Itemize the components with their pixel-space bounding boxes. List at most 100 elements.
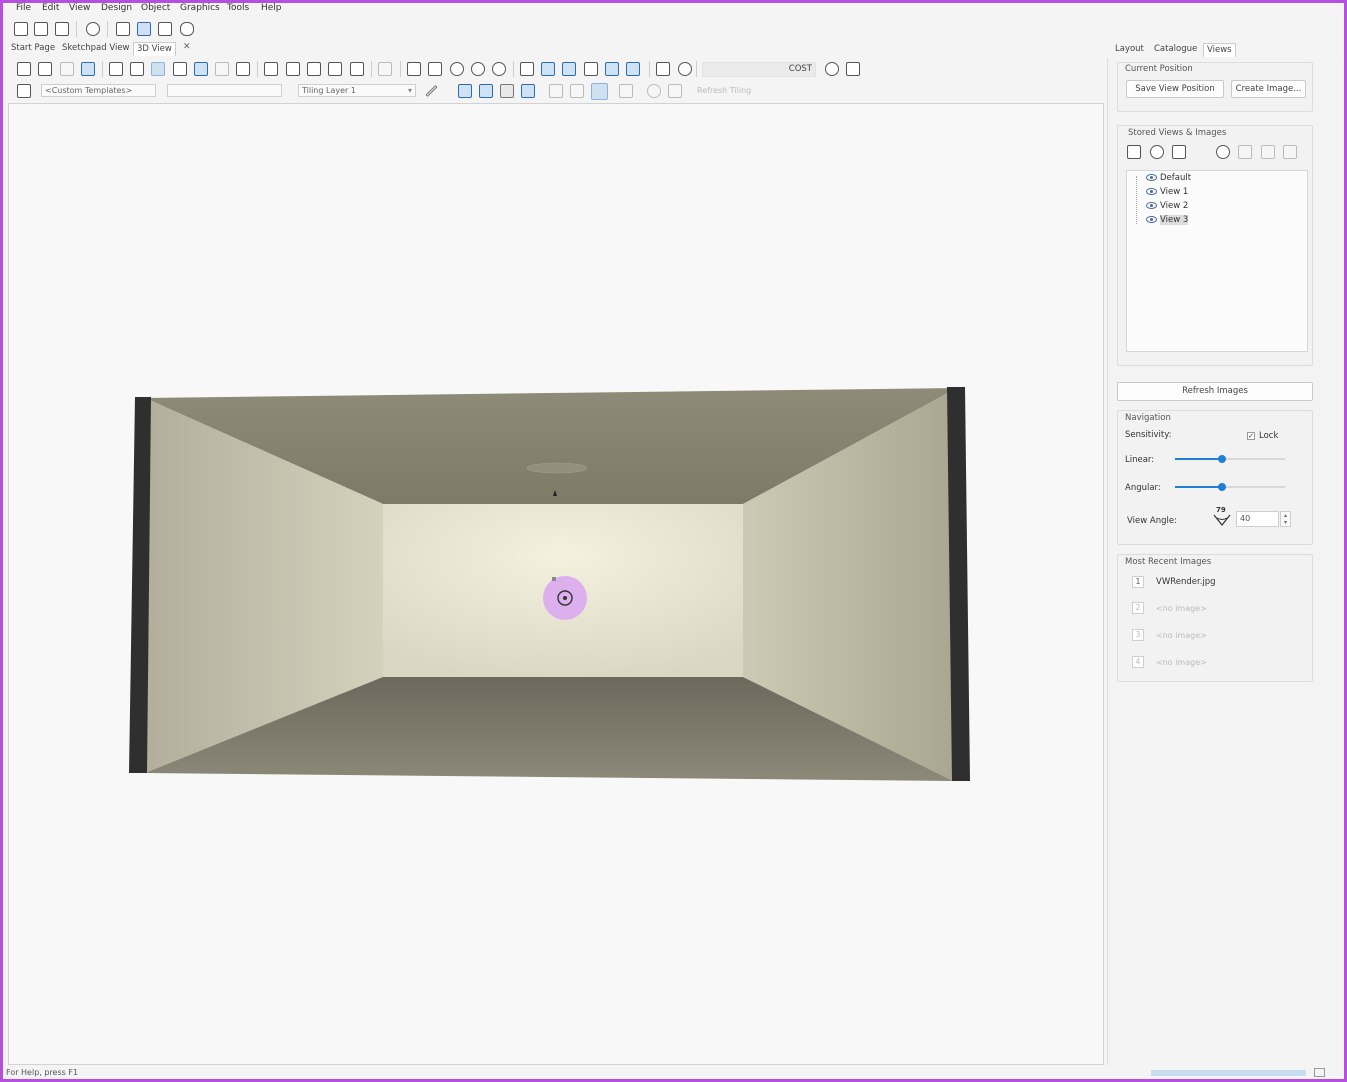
view-top-icon[interactable]: [605, 62, 619, 76]
menu-bar: File Edit View Design Object Graphics To…: [3, 3, 1341, 15]
current-position-label: Current Position: [1125, 64, 1193, 74]
menu-object[interactable]: Object: [141, 3, 170, 13]
cloud-icon[interactable]: [328, 62, 342, 76]
corner-icon[interactable]: [350, 62, 364, 76]
zoom-icon[interactable]: [450, 62, 464, 76]
view-front-icon[interactable]: [520, 62, 534, 76]
blank-select[interactable]: [167, 84, 282, 97]
eye-icon: [1146, 188, 1157, 195]
menu-file[interactable]: File: [16, 3, 31, 13]
help-icon[interactable]: [86, 22, 100, 36]
select-area-icon[interactable]: [194, 62, 208, 76]
recent-image-4: <no image>: [1156, 658, 1207, 667]
copy-style-icon[interactable]: [38, 62, 52, 76]
floor-icon[interactable]: [109, 62, 123, 76]
template-icon[interactable]: [17, 84, 31, 98]
stored-views-label: Stored Views & Images: [1128, 128, 1227, 138]
select-arrow-icon[interactable]: [173, 62, 187, 76]
render-icon[interactable]: [180, 22, 194, 36]
3d-viewport[interactable]: [8, 103, 1104, 1065]
tile-object-icon[interactable]: [500, 84, 514, 98]
recent-image-1[interactable]: VWRender.jpg: [1156, 577, 1216, 587]
tab-catalogue[interactable]: Catalogue: [1151, 43, 1200, 56]
stored-view-label: View 2: [1160, 201, 1189, 211]
fly-icon[interactable]: [428, 62, 442, 76]
new-file-icon[interactable]: [14, 22, 28, 36]
view-settings-icon[interactable]: [1216, 145, 1230, 159]
picture-icon[interactable]: [81, 62, 95, 76]
rename-view-icon[interactable]: [1172, 145, 1186, 159]
sensitivity-label: Sensitivity:: [1125, 430, 1172, 440]
tab-views[interactable]: Views: [1203, 43, 1236, 57]
tab-sketchpad-view[interactable]: Sketchpad View: [59, 42, 133, 55]
tiling-wand-icon[interactable]: [425, 84, 438, 98]
tile-report-disabled-icon: [668, 84, 682, 98]
menu-graphics[interactable]: Graphics: [180, 3, 220, 13]
person-icon[interactable]: [656, 62, 670, 76]
layers-icon[interactable]: [264, 62, 278, 76]
menu-edit[interactable]: Edit: [42, 3, 59, 13]
rotate-left-icon[interactable]: [471, 62, 485, 76]
paint-icon[interactable]: [17, 62, 31, 76]
frame-disabled-icon[interactable]: [378, 62, 392, 76]
edit-view-icon[interactable]: [1238, 145, 1252, 159]
snap-icon[interactable]: [60, 62, 74, 76]
recent-image-3: <no image>: [1156, 631, 1207, 640]
camera-icon[interactable]: [1127, 145, 1141, 159]
view-right-icon[interactable]: [584, 62, 598, 76]
camera-icon[interactable]: [307, 62, 321, 76]
menu-view[interactable]: View: [69, 3, 90, 13]
create-image-button[interactable]: Create Image...: [1231, 80, 1306, 98]
globe-icon[interactable]: [678, 62, 692, 76]
rotate-right-icon[interactable]: [492, 62, 506, 76]
footprint-icon[interactable]: [130, 62, 144, 76]
pan-hand-icon[interactable]: [236, 62, 250, 76]
recent-image-number: 2: [1132, 602, 1144, 614]
stored-view-label: Default: [1160, 173, 1192, 183]
templates-select[interactable]: <Custom Templates>: [41, 84, 156, 97]
refresh-images-button[interactable]: Refresh Images: [1117, 382, 1313, 401]
tile-grid-icon[interactable]: [591, 83, 608, 100]
tile-floor-icon[interactable]: [479, 84, 493, 98]
view-angle-spinner[interactable]: ▴ ▾: [1280, 511, 1291, 527]
view-iso-icon[interactable]: [626, 62, 640, 76]
3d-cube-icon[interactable]: [137, 22, 151, 36]
cost-report-icon[interactable]: [846, 62, 860, 76]
view-list-icon[interactable]: [1283, 145, 1297, 159]
refresh-icon[interactable]: [825, 62, 839, 76]
stored-view-2[interactable]: View 2: [1146, 200, 1188, 212]
angular-slider-fill: [1175, 486, 1223, 488]
stored-view-1[interactable]: View 1: [1146, 186, 1188, 198]
tab-3d-view-label: 3D View: [137, 44, 172, 54]
view-back-icon[interactable]: [541, 62, 555, 76]
stored-view-3[interactable]: View 3: [1146, 214, 1189, 226]
tab-start-page[interactable]: Start Page: [8, 42, 58, 55]
menu-help[interactable]: Help: [261, 3, 282, 13]
lock-checkbox[interactable]: ✓: [1247, 432, 1255, 440]
view-left-icon[interactable]: [562, 62, 576, 76]
tab-3d-view[interactable]: 3D View: [133, 42, 176, 56]
close-tab-icon[interactable]: ✕: [183, 42, 191, 52]
elevation-icon[interactable]: [158, 22, 172, 36]
eye-icon: [1146, 174, 1157, 181]
move-icon[interactable]: [151, 62, 165, 76]
delete-view-icon[interactable]: [1150, 145, 1164, 159]
save-view-position-button[interactable]: Save View Position: [1126, 80, 1224, 98]
pointer-disabled-icon[interactable]: [215, 62, 229, 76]
sketchpad-icon[interactable]: [116, 22, 130, 36]
menu-design[interactable]: Design: [101, 3, 132, 13]
lamp-icon[interactable]: [286, 62, 300, 76]
tag-view-icon[interactable]: [1261, 145, 1275, 159]
tab-layout[interactable]: Layout: [1112, 43, 1147, 56]
menu-tools[interactable]: Tools: [227, 3, 249, 13]
view-angle-input[interactable]: 40: [1236, 511, 1279, 527]
tile-wall-icon[interactable]: [458, 84, 472, 98]
tile-area-icon[interactable]: [521, 84, 535, 98]
walk-icon[interactable]: [407, 62, 421, 76]
refresh-tiling-button[interactable]: Refresh Tiling: [697, 86, 751, 95]
cost-field[interactable]: COST: [702, 62, 816, 77]
save-icon[interactable]: [55, 22, 69, 36]
stored-view-default[interactable]: Default: [1146, 172, 1191, 184]
layer-select[interactable]: Tiling Layer 1 ▾: [298, 84, 416, 97]
open-folder-icon[interactable]: [34, 22, 48, 36]
